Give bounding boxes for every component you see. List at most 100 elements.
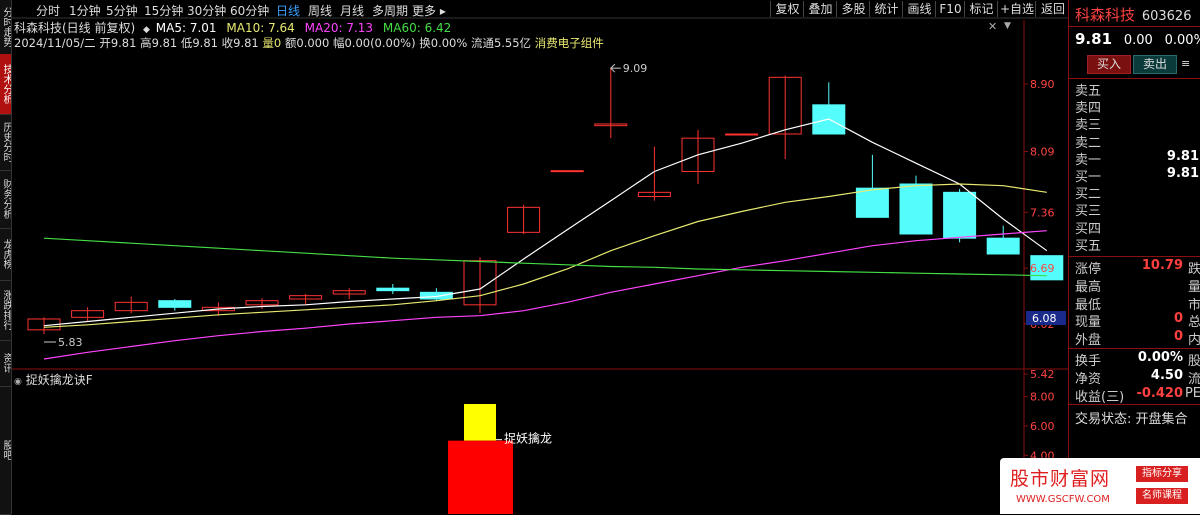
order-book-row-5: 买一 9.81	[1075, 166, 1199, 185]
order-book-row-0: 卖五	[1075, 80, 1199, 99]
order-book-label-4: 卖一	[1075, 152, 1102, 168]
menu-icon[interactable]: ≡	[1181, 55, 1195, 72]
stats1-row-3: 现量 0 总	[1075, 311, 1200, 331]
left-tab-5[interactable]: 涨跌排行	[0, 280, 11, 341]
sell-button[interactable]: 卖出	[1133, 55, 1177, 74]
indicator-collapse-icon[interactable]: ◉	[14, 377, 22, 387]
low-annotation: 5.83	[58, 336, 83, 349]
order-book-value-4: 9.81	[1166, 148, 1199, 164]
ma5-line	[43, 118, 1048, 327]
candle-body-20	[899, 183, 933, 235]
stats1-label-4: 外盘	[1075, 333, 1102, 349]
stats2-value-0: 0.00%	[1137, 350, 1183, 365]
stats2-row-0: 换手 0.00% 股	[1075, 350, 1200, 369]
stats1-value-4: 0	[1173, 329, 1183, 345]
candle-body-21	[943, 191, 977, 239]
order-book-row-2: 卖三	[1075, 114, 1199, 134]
watermark-title: 股市财富网	[1010, 468, 1111, 490]
candle-body-19	[855, 187, 889, 218]
order-book-label-5: 买一	[1075, 170, 1102, 185]
ma20-line	[43, 230, 1047, 360]
order-book-value-5: 9.81	[1166, 166, 1199, 181]
stats1-label-3: 现量	[1075, 315, 1102, 331]
candle-body-3	[158, 300, 192, 308]
left-tab-2[interactable]: 历史分时	[0, 114, 11, 171]
left-tab-strip: 分时走势 技术分析 历史分时 财务分析 龙虎榜 涨跌排行 资讯 股吧	[0, 0, 12, 515]
stats2-label-2: 收益(三)	[1075, 389, 1125, 405]
order-book-row-9: 买五	[1075, 235, 1199, 254]
candle-body-12	[550, 170, 584, 173]
price-tick-label-1: 8.09	[1030, 146, 1055, 159]
trade-status: 交易状态: 开盘集合	[1075, 412, 1188, 427]
high-annotation: 9.09	[623, 62, 648, 75]
order-book-row-6: 买二	[1075, 183, 1199, 203]
order-book-row-8: 买四	[1075, 218, 1199, 237]
order-book-row-1: 卖四	[1075, 97, 1199, 117]
watermark-tag-1: 指标分享	[1136, 466, 1188, 482]
stats2-value-2: -0.420	[1136, 385, 1183, 401]
stats2-row-2: 收益(三) -0.420 PE	[1075, 385, 1200, 405]
stats1-row-1: 最高 量	[1075, 276, 1200, 295]
stats-block-2: 换手 0.00% 股净资 4.50 流收益(三) -0.420 PE	[1069, 350, 1200, 406]
current-price-tag-label: 6.08	[1032, 312, 1057, 325]
stats2-value-1: 4.50	[1150, 367, 1183, 383]
order-book-label-1: 卖四	[1075, 101, 1102, 117]
stats1-tail-2: 市	[1187, 297, 1200, 313]
order-book-row-3: 卖二	[1075, 132, 1199, 151]
stats1-label-0: 涨停	[1075, 262, 1102, 277]
order-book-label-8: 买四	[1075, 221, 1102, 237]
price-tick-label-2: 7.36	[1030, 206, 1055, 219]
candle-body-16	[725, 133, 759, 136]
kline-chart[interactable]: 8.908.097.366.696.025.426.089.095.83 8.0…	[12, 0, 1068, 514]
order-book: 卖五 卖四 卖三 卖二 卖一 9.81 买一 9.81 买二 买三 买四 买五	[1069, 80, 1200, 255]
ma10-line	[43, 183, 1047, 328]
left-tab-1[interactable]: 技术分析	[0, 54, 11, 115]
stock-name: 科森科技	[1075, 6, 1136, 24]
left-tab-7[interactable]: 股吧	[0, 386, 11, 515]
watermark-url: WWW.GSCFW.COM	[1016, 494, 1110, 505]
indicator-red-bar-0	[448, 440, 513, 514]
stats1-tail-3: 总	[1187, 315, 1200, 331]
left-tab-3[interactable]: 财务分析	[0, 170, 11, 229]
stats1-tail-4: 内	[1187, 333, 1200, 349]
left-tab-0[interactable]: 分时走势	[0, 0, 11, 55]
price-tick-label-5: 5.42	[1030, 368, 1055, 381]
indicator-signal-label-0: 捉妖擒龙	[504, 431, 552, 446]
watermark-logo: 股市财富网 WWW.GSCFW.COM 指标分享 名师课程	[1000, 458, 1200, 514]
stats1-value-3: 0	[1173, 311, 1183, 327]
stats1-label-1: 最高	[1075, 279, 1102, 295]
indicator-yellow-bar-0	[464, 404, 496, 441]
left-tab-6[interactable]: 资讯	[0, 340, 11, 387]
stats1-label-2: 最低	[1075, 297, 1102, 313]
candle-body-22	[986, 237, 1020, 255]
quote-panel: 科森科技 603626 9.81 0.00 0.00% 买入 卖出 ≡ 卖五卖四…	[1068, 0, 1200, 514]
candle-body-9	[419, 291, 453, 300]
stats1-row-4: 外盘 0 内	[1075, 329, 1200, 349]
order-book-label-6: 买二	[1075, 187, 1102, 203]
order-book-label-9: 买五	[1075, 238, 1102, 254]
order-book-row-4: 卖一 9.81	[1075, 148, 1199, 168]
price-change-pct: 0.00%	[1164, 33, 1200, 48]
order-book-label-3: 卖二	[1075, 135, 1102, 151]
price-change: 0.00	[1123, 33, 1153, 48]
stats2-label-0: 换手	[1075, 354, 1102, 369]
stats2-tail-2: PE	[1184, 385, 1200, 401]
indicator-tick-label-0: 8.00	[1030, 391, 1055, 404]
order-book-label-0: 卖五	[1075, 84, 1102, 99]
stats1-value-0: 10.79	[1141, 258, 1183, 273]
indicator-header: ◉ 捉妖擒龙诀F	[14, 371, 93, 388]
price-tick-label-0: 8.90	[1030, 78, 1055, 91]
stock-code: 603626	[1141, 9, 1192, 24]
stats-block-1: 涨停 10.79 跌最高 量最低 市现量 0 总外盘 0 内	[1069, 258, 1200, 348]
buy-button[interactable]: 买入	[1087, 55, 1131, 74]
indicator-name: 捉妖擒龙诀F	[25, 373, 93, 387]
left-tab-4[interactable]: 龙虎榜	[0, 228, 11, 281]
candle-body-8	[376, 287, 410, 292]
last-price: 9.81	[1075, 30, 1113, 48]
stats1-tail-1: 量	[1187, 279, 1200, 295]
price-tick-label-3: 6.69	[1030, 262, 1055, 275]
indicator-tick-label-1: 6.00	[1030, 420, 1055, 433]
stats2-row-1: 净资 4.50 流	[1075, 367, 1200, 387]
watermark-tag-2: 名师课程	[1136, 488, 1188, 504]
order-book-label-2: 卖三	[1075, 118, 1102, 134]
